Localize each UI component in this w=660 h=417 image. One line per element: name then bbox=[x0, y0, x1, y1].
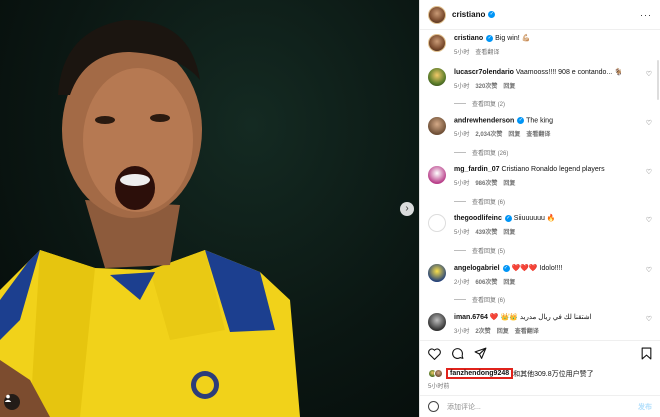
view-replies-label: 查看回复 (6) bbox=[472, 200, 506, 206]
translate-link[interactable]: 查看翻译 bbox=[475, 47, 499, 56]
view-replies-button[interactable]: 查看回复 (6) bbox=[454, 197, 505, 206]
post-comment-button[interactable]: 发布 bbox=[638, 402, 652, 412]
chevron-right-icon: › bbox=[405, 203, 409, 214]
comment-likes[interactable]: 2次赞 bbox=[475, 326, 490, 335]
comment-likes[interactable]: 606次赞 bbox=[475, 277, 497, 286]
comments-scrollbar[interactable] bbox=[657, 60, 659, 100]
reply-button[interactable]: 回复 bbox=[508, 129, 520, 138]
comment-text: Vaamooss!!!! 908 e contando... 🐐 bbox=[515, 69, 623, 76]
comment-item: lucascr7olendario Vaamooss!!!! 908 e con… bbox=[428, 68, 652, 90]
reply-button[interactable]: 回复 bbox=[503, 178, 515, 187]
comment-time: 2小时 bbox=[454, 280, 470, 286]
heart-icon[interactable]: ♡ bbox=[646, 266, 652, 274]
verified-icon: ✓ bbox=[517, 117, 525, 124]
post-caption: cristiano ✓ Big win! 💪🏼 5小时 查看翻译 bbox=[428, 34, 652, 56]
bookmark-icon[interactable] bbox=[641, 347, 652, 360]
heart-icon[interactable]: ♡ bbox=[646, 216, 652, 224]
comment-likes[interactable]: 2,034次赞 bbox=[475, 129, 502, 138]
verified-icon: ✓ bbox=[486, 34, 494, 42]
reply-button[interactable]: 回复 bbox=[503, 81, 515, 90]
share-icon[interactable] bbox=[474, 347, 487, 360]
post-timestamp: 5小时前 bbox=[428, 384, 450, 390]
liker-avatar bbox=[434, 369, 443, 378]
post-actions bbox=[420, 340, 660, 366]
verified-icon: ✓ bbox=[488, 11, 496, 18]
view-replies-label: 查看回复 (2) bbox=[472, 102, 506, 108]
post-image[interactable]: › bbox=[0, 0, 419, 417]
heart-icon[interactable]: ♡ bbox=[646, 119, 652, 127]
comment-text: ❤️❤️❤️ Idolo!!!! bbox=[511, 265, 563, 272]
comment-item: andrewhenderson ✓ The king 5小时 2,034次赞 回复 查看… bbox=[428, 117, 652, 138]
commenter-avatar[interactable] bbox=[428, 214, 446, 232]
comment-likes[interactable]: 439次赞 bbox=[475, 227, 497, 236]
player-photo bbox=[0, 19, 300, 417]
author-name[interactable]: cristiano bbox=[452, 10, 485, 19]
comment-username[interactable]: angelogabriel bbox=[454, 265, 500, 272]
comment-time: 5小时 bbox=[454, 84, 470, 90]
comment-username[interactable]: lucascr7olendario bbox=[454, 69, 514, 76]
view-replies-label: 查看回复 (6) bbox=[472, 298, 506, 304]
comment-username[interactable]: iman.6764 bbox=[454, 314, 488, 321]
comment-username[interactable]: thegoodlifeinc bbox=[454, 215, 502, 222]
comment-likes[interactable]: 986次赞 bbox=[475, 178, 497, 187]
commenter-avatar[interactable] bbox=[428, 166, 446, 184]
heart-icon[interactable]: ♡ bbox=[646, 315, 652, 323]
view-replies-button[interactable]: 查看回复 (2) bbox=[454, 99, 505, 108]
comment-text: ❤️ 👑👑 اشتقنا لك في ريال مدريد bbox=[489, 314, 592, 321]
caption-text: Big win! 💪🏼 bbox=[495, 35, 531, 42]
likes-count-text[interactable]: 和其他309.8万位用户赞了 bbox=[513, 369, 594, 379]
reply-button[interactable]: 回复 bbox=[497, 326, 509, 335]
comment-text: Siiuuuuuu 🔥 bbox=[513, 215, 556, 222]
comment-time: 5小时 bbox=[454, 181, 470, 187]
verified-icon: ✓ bbox=[502, 264, 510, 272]
comment-username[interactable]: andrewhenderson bbox=[454, 117, 514, 124]
comment-item: iman.6764 ❤️ 👑👑 اشتقنا لك في ريال مدريد … bbox=[428, 313, 652, 335]
comment-time: 3小时 bbox=[454, 329, 470, 335]
comment-composer: 添加评论... 发布 bbox=[420, 395, 660, 417]
view-replies-label: 查看回复 (26) bbox=[472, 151, 509, 157]
post-header: cristiano ✓ ··· bbox=[420, 0, 660, 30]
view-replies-button[interactable]: 查看回复 (5) bbox=[454, 246, 505, 255]
heart-icon[interactable]: ♡ bbox=[646, 70, 652, 78]
commenter-avatar[interactable] bbox=[428, 313, 446, 331]
post-side-panel: cristiano ✓ ··· cristiano ✓ Big win! 💪🏼 5… bbox=[419, 0, 660, 417]
comment-text: Cristiano Ronaldo legend players bbox=[501, 166, 605, 173]
comment-time: 5小时 bbox=[454, 132, 470, 139]
caption-username[interactable]: cristiano bbox=[454, 35, 483, 42]
next-image-button[interactable]: › bbox=[400, 202, 414, 216]
tagged-users-button[interactable] bbox=[4, 394, 20, 410]
emoji-icon[interactable] bbox=[428, 401, 439, 412]
caption-time: 5小时 bbox=[454, 50, 470, 56]
reply-button[interactable]: 回复 bbox=[503, 277, 515, 286]
translate-link[interactable]: 查看翻译 bbox=[515, 326, 539, 335]
verified-icon: ✓ bbox=[504, 214, 512, 222]
caption-avatar[interactable] bbox=[428, 34, 446, 52]
heart-icon[interactable] bbox=[428, 347, 441, 360]
commenter-avatar[interactable] bbox=[428, 117, 446, 135]
commenter-avatar[interactable] bbox=[428, 264, 446, 282]
comment-icon[interactable] bbox=[451, 347, 464, 360]
comment-item: thegoodlifeinc ✓ Siiuuuuuu 🔥 5小时 439次赞 回复 ♡ bbox=[428, 214, 652, 236]
comment-text: The king bbox=[526, 117, 553, 125]
author-avatar[interactable] bbox=[428, 5, 446, 24]
liker-username[interactable]: fanzhendong9248 bbox=[446, 368, 514, 379]
comment-username[interactable]: mg_fardin_07 bbox=[454, 166, 500, 173]
comment-likes[interactable]: 320次赞 bbox=[475, 81, 497, 90]
translate-link[interactable]: 查看翻译 bbox=[526, 129, 550, 138]
view-replies-button[interactable]: 查看回复 (26) bbox=[454, 148, 508, 157]
commenter-avatar[interactable] bbox=[428, 68, 446, 86]
view-replies-label: 查看回复 (5) bbox=[472, 249, 506, 255]
likes-summary: fanzhendong9248 和其他309.8万位用户赞了 bbox=[428, 368, 594, 379]
more-options-icon[interactable]: ··· bbox=[640, 10, 652, 20]
comment-time: 5小时 bbox=[454, 230, 470, 236]
comment-item: angelogabriel ✓ ❤️❤️❤️ Idolo!!!! 2小时 606次赞… bbox=[428, 264, 652, 286]
view-replies-button[interactable]: 查看回复 (6) bbox=[454, 295, 505, 304]
heart-icon[interactable]: ♡ bbox=[646, 168, 652, 176]
comment-item: mg_fardin_07 Cristiano Ronaldo legend pl… bbox=[428, 166, 652, 187]
reply-button[interactable]: 回复 bbox=[503, 227, 515, 236]
comment-input[interactable]: 添加评论... bbox=[447, 402, 481, 412]
user-icon bbox=[4, 394, 12, 402]
